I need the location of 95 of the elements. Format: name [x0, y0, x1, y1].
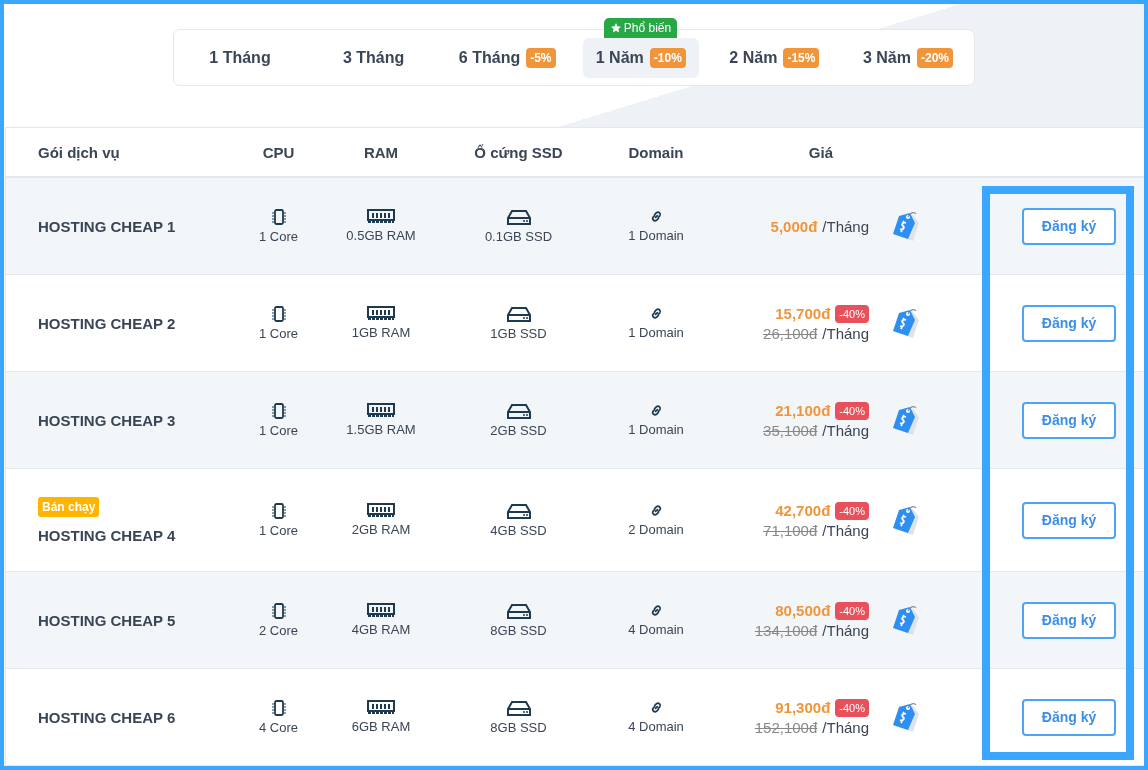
- chip-icon: [271, 208, 286, 225]
- period-tab[interactable]: 6 Tháng -5%: [449, 37, 566, 78]
- discount-badge: -40%: [835, 601, 869, 620]
- plan-name: HOSTING CHEAP 5: [38, 611, 176, 629]
- domain-value: 4 Domain: [628, 719, 684, 734]
- old-price: 71,100đ: [763, 521, 818, 539]
- chip-icon: [271, 402, 286, 419]
- price-unit: /Tháng: [822, 421, 869, 439]
- price-tag-icon: [891, 503, 921, 537]
- column-header: Ổ cứng SSD: [473, 143, 564, 161]
- column-header: CPU: [261, 143, 296, 161]
- price: 42,700đ: [775, 502, 831, 519]
- ram-icon: [367, 403, 395, 418]
- period-tab[interactable]: 1 Năm -10%: [582, 37, 699, 78]
- hard-drive-icon: [506, 699, 531, 716]
- cpu-value: 1 Core: [259, 325, 298, 341]
- ram-icon: [367, 306, 395, 321]
- ram-icon: [367, 209, 395, 224]
- hard-drive-icon: [506, 402, 531, 419]
- period-tab[interactable]: 3 Năm -20%: [849, 37, 966, 78]
- price: 80,500đ: [775, 602, 831, 619]
- price: 5,000đ: [770, 217, 818, 235]
- price-tag-icon: [891, 403, 921, 437]
- ssd-value: 1GB SSD: [490, 325, 547, 341]
- old-price: 26,100đ: [763, 324, 818, 342]
- period-tab[interactable]: 2 Năm -15%: [716, 37, 833, 78]
- old-price: 35,100đ: [763, 421, 818, 439]
- period-tab[interactable]: 1 Tháng: [182, 37, 298, 78]
- discount-badge: -20%: [917, 47, 953, 68]
- ssd-value: 2GB SSD: [490, 422, 547, 438]
- ram-icon: [367, 603, 395, 618]
- hard-drive-icon: [506, 208, 531, 225]
- price: 21,100đ: [775, 402, 831, 419]
- price-unit: /Tháng: [822, 324, 869, 342]
- popular-label: Phổ biến: [623, 20, 672, 35]
- domain-value: 2 Domain: [628, 522, 684, 537]
- column-header: Giá: [807, 143, 834, 161]
- discount-badge: -40%: [835, 501, 869, 520]
- old-price: 134,100đ: [754, 621, 818, 639]
- ram-value: 1.5GB RAM: [346, 422, 416, 437]
- discount-badge: -10%: [649, 47, 686, 68]
- plan-name: HOSTING CHEAP 1: [38, 217, 176, 235]
- bestseller-badge: Bán chạy: [38, 496, 100, 517]
- chip-icon: [271, 602, 286, 619]
- discount-badge: -40%: [835, 698, 869, 717]
- ram-value: 2GB RAM: [351, 522, 411, 537]
- ram-value: 4GB RAM: [351, 622, 411, 637]
- price-tag-icon: [891, 209, 921, 243]
- column-header: Domain: [627, 143, 685, 161]
- ram-icon: [367, 700, 395, 715]
- domain-value: 1 Domain: [628, 228, 684, 243]
- ssd-value: 8GB SSD: [490, 622, 547, 638]
- cpu-value: 1 Core: [259, 422, 298, 438]
- price: 91,300đ: [775, 699, 831, 716]
- price-unit: /Tháng: [822, 217, 869, 235]
- column-header: RAM: [362, 143, 400, 161]
- chip-icon: [271, 305, 286, 322]
- ram-value: 6GB RAM: [351, 719, 411, 734]
- plan-name: HOSTING CHEAP 6: [38, 708, 176, 726]
- hard-drive-icon: [506, 502, 531, 519]
- ram-value: 0.5GB RAM: [346, 228, 416, 243]
- price-unit: /Tháng: [822, 521, 869, 539]
- ssd-value: 8GB SSD: [490, 719, 547, 735]
- discount-badge: -40%: [835, 401, 869, 420]
- old-price: 152,100đ: [754, 718, 818, 736]
- domain-value: 1 Domain: [628, 325, 684, 340]
- period-tab[interactable]: 3 Tháng: [315, 37, 432, 78]
- plan-name: HOSTING CHEAP 3: [38, 411, 176, 429]
- star-icon: [609, 21, 622, 34]
- price-unit: /Tháng: [822, 621, 869, 639]
- ram-value: 1GB RAM: [351, 325, 411, 340]
- price-unit: /Tháng: [822, 718, 869, 736]
- cpu-value: 4 Core: [259, 719, 298, 735]
- ssd-value: 4GB SSD: [490, 522, 547, 538]
- hard-drive-icon: [506, 305, 531, 322]
- domain-value: 1 Domain: [628, 422, 684, 437]
- price-tag-icon: [891, 700, 921, 734]
- domain-value: 4 Domain: [628, 622, 684, 637]
- plan-name: HOSTING CHEAP 4: [38, 526, 176, 544]
- cpu-value: 1 Core: [259, 522, 298, 538]
- discount-badge: -40%: [835, 304, 869, 323]
- price-tag-icon: [891, 603, 921, 637]
- price: 15,700đ: [775, 305, 831, 322]
- discount-badge: -5%: [526, 47, 556, 68]
- ram-icon: [367, 503, 395, 518]
- cpu-value: 2 Core: [259, 622, 298, 638]
- hard-drive-icon: [506, 602, 531, 619]
- chip-icon: [271, 502, 286, 519]
- chip-icon: [271, 699, 286, 716]
- plan-name: HOSTING CHEAP 2: [38, 314, 176, 332]
- cpu-value: 1 Core: [259, 228, 298, 244]
- price-tag-icon: [891, 306, 921, 340]
- column-header: Gói dịch vụ: [37, 143, 121, 161]
- ssd-value: 0.1GB SSD: [484, 228, 553, 244]
- discount-badge: -15%: [783, 47, 820, 68]
